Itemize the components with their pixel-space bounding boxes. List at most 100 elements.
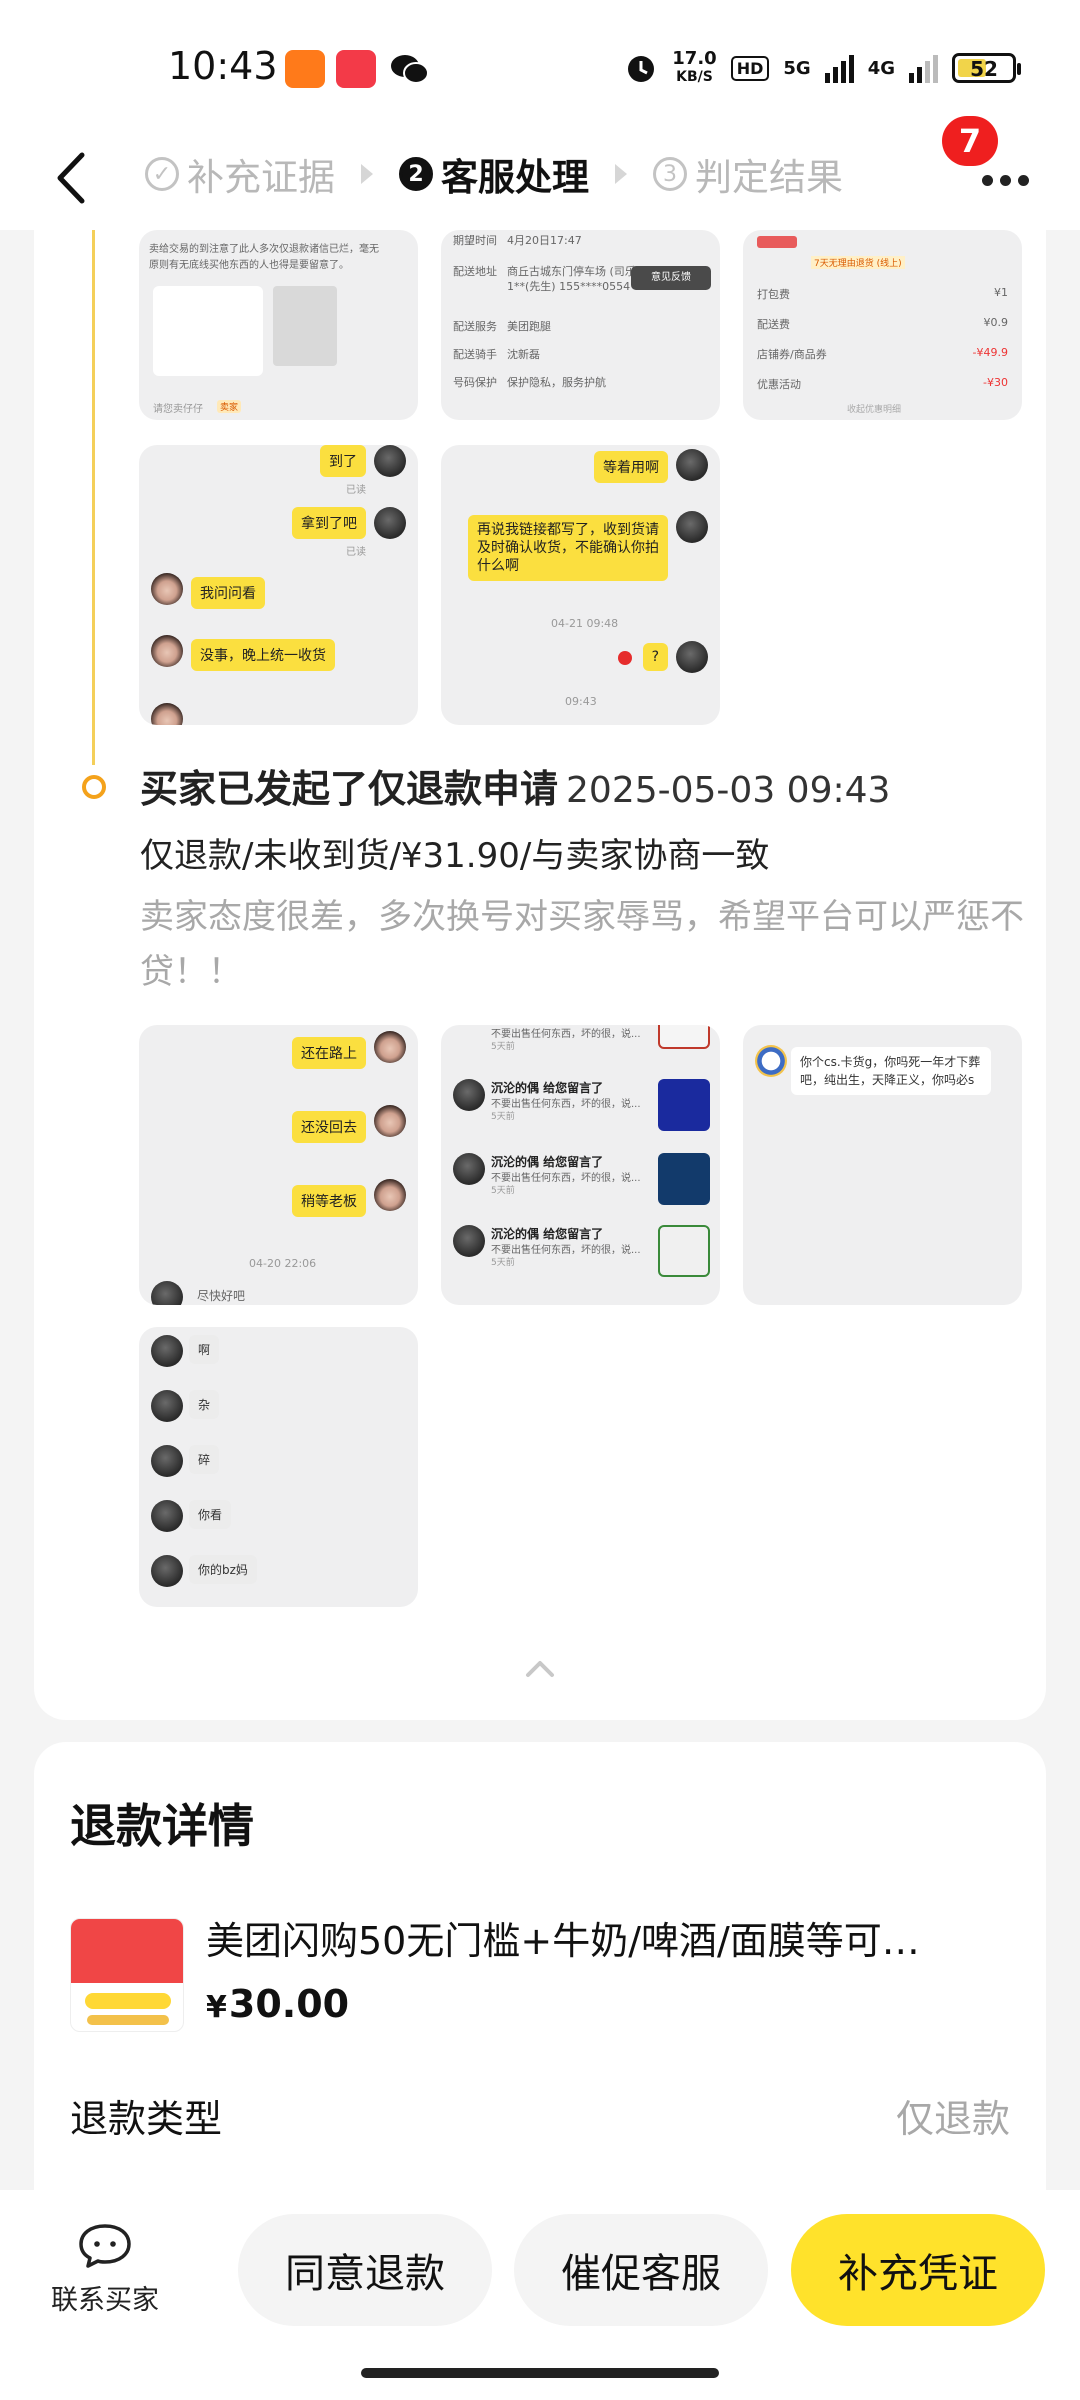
evidence-thumb-1[interactable]: 卖给交易的到注意了此人多次仅退款诸信已烂，毫无 原则有无底线买他东西的人也得是要… [139, 230, 418, 420]
header: ✓ 补充证据 2 客服处理 3 判定结果 7 [0, 116, 1080, 230]
check-circle-icon: ✓ [145, 157, 179, 191]
row-key: 配送服务 [453, 320, 497, 333]
urge-service-button[interactable]: 催促客服 [514, 2214, 768, 2326]
row-key: 店铺券/商品券 [757, 348, 827, 361]
evidence-thumb-3[interactable]: 7天无理由退货 (线上) 打包费 ¥1 配送费 ¥0.9 店铺券/商品券 -¥4… [743, 230, 1022, 420]
product-thumb-image [658, 1025, 710, 1049]
row-value: -¥30 [983, 376, 1008, 389]
step-arrow-icon [615, 164, 627, 184]
avatar [151, 1500, 183, 1532]
chevron-up-icon[interactable] [522, 1655, 558, 1681]
row-key: 号码保护 [453, 376, 497, 389]
product-image-button [85, 1993, 171, 2009]
battery-icon: 52 [952, 53, 1021, 83]
kuaishou-app-icon [285, 50, 325, 88]
alarm-icon [628, 56, 655, 82]
read-label: 已读 [346, 485, 366, 496]
evidence-chat-e[interactable]: 你个cs.卡货g，你吗死一年才下葬吧，纯出生，天降正义，你吗必s [743, 1025, 1022, 1305]
row-value: 保护隐私，服务护航 [507, 376, 606, 389]
event-time: 2025-05-03 09:43 [566, 770, 891, 811]
chat-bubble: 我问问看 [191, 577, 265, 609]
product-image[interactable] [70, 1918, 184, 2032]
chat-bubble: 碎 [189, 1445, 220, 1474]
message-preview: 不要出售任何东西，坏的很，说... [491, 1029, 641, 1040]
more-menu-button[interactable]: 7 [942, 116, 1040, 215]
back-icon[interactable] [40, 143, 110, 213]
message-preview: 不要出售任何东西，坏的很，说... [491, 1099, 641, 1110]
event-title: 买家已发起了仅退款申请 2025-05-03 09:43 [140, 758, 890, 813]
message-time: 5天前 [491, 1042, 515, 1052]
status-time: 10:43 [168, 44, 278, 88]
message-item: 沉沦的偶 给您留言了 不要出售任何东西，坏的很，说... 5天前 [441, 1153, 720, 1205]
screenshot-image [273, 286, 337, 366]
message-sender: 沉沦的偶 给您留言了 [491, 1081, 604, 1095]
chat-bubble: 你的bz妈 [189, 1555, 257, 1584]
product-thumb-image [658, 1153, 710, 1205]
event-subtitle: 仅退款/未收到货/¥31.90/与卖家协商一致 [140, 836, 770, 876]
message-item: 沉沦的偶 给您留言了 不要出售任何东西，坏的很，说... 5天前 [441, 1079, 720, 1131]
avatar [374, 1105, 406, 1137]
evidence-chat-c[interactable]: 还在路上 还没回去 稍等老板 04-20 22:06 尽快好吧 [139, 1025, 418, 1305]
avatar [151, 1390, 183, 1422]
message-item: 不要出售任何东西，坏的很，说... 5天前 [441, 1025, 720, 1071]
wechat-icon [391, 55, 429, 84]
message-sender: 沉沦的偶 给您留言了 [491, 1227, 604, 1241]
avatar [453, 1153, 485, 1185]
hd-badge: HD [730, 55, 770, 81]
row-value: 4月20日17:47 [507, 234, 582, 247]
net-4g-label: 4G [867, 57, 895, 79]
chat-bubble: 拿到了吧 [292, 507, 366, 539]
message-time: 5天前 [491, 1258, 515, 1268]
contact-buyer-button[interactable]: 联系买家 [30, 2220, 180, 2317]
chat-bubble: 你个cs.卡货g，你吗死一年才下葬吧，纯出生，天降正义，你吗必s [791, 1047, 991, 1095]
row-value: 美团跑腿 [507, 320, 551, 333]
row-key: 配送费 [757, 318, 790, 331]
price-value: 30.00 [228, 1982, 350, 2026]
chat-bubble: 还没回去 [292, 1111, 366, 1143]
product-thumb-image [757, 236, 797, 248]
net-5g-label: 5G [783, 57, 811, 79]
evidence-chat-b[interactable]: 等着用啊 再说我链接都写了，收到货请及时确认收货，不能确认你拍什么啊 04-21… [441, 445, 720, 725]
evidence-thumb-2[interactable]: 期望时间 4月20日17:47 配送地址 商丘古城东门停车场 (司乐 1**(先… [441, 230, 720, 420]
avatar [151, 703, 183, 725]
seal-avatar [755, 1045, 787, 1077]
avatar [151, 635, 183, 667]
chat-bubble: 稍等老板 [292, 1185, 366, 1217]
supplement-evidence-button[interactable]: 补充凭证 [791, 2214, 1045, 2326]
product-name[interactable]: 美团闪购50无门槛+牛奶/啤酒/面膜等可… [206, 1910, 986, 1965]
row-value: ¥0.9 [983, 316, 1009, 329]
timeline-dot [82, 775, 106, 799]
chat-bubble: 还在路上 [292, 1037, 366, 1069]
thumb-text: 卖给交易的到注意了此人多次仅退款诸信已烂，毫无 [149, 244, 379, 255]
dot-icon [981, 174, 993, 186]
evidence-chat-a[interactable]: 到了 已读 拿到了吧 已读 我问问看 没事，晚上统一收货 [139, 445, 418, 725]
refund-tag: 7天无理由退货 (线上) [811, 256, 905, 269]
row-value: 商丘古城东门停车场 (司乐 [507, 265, 636, 278]
avatar [151, 1445, 183, 1477]
read-label: 已读 [346, 547, 366, 558]
message-sender: 沉沦的偶 给您留言了 [491, 1155, 604, 1169]
live-app-icon [336, 50, 376, 88]
refund-type-value: 仅退款 [895, 2097, 1010, 2141]
agree-refund-button[interactable]: 同意退款 [238, 2214, 492, 2326]
step-supplement-evidence: ✓ 补充证据 [145, 147, 335, 201]
product-price: ¥30.00 [206, 1982, 349, 2026]
evidence-chat-d[interactable]: 不要出售任何东西，坏的很，说... 5天前 沉沦的偶 给您留言了 不要出售任何东… [441, 1025, 720, 1305]
product-image-row [87, 2015, 169, 2025]
message-time: 5天前 [491, 1186, 515, 1196]
home-indicator[interactable] [361, 2368, 719, 2378]
chat-bubble: 等着用啊 [594, 451, 668, 483]
chat-bubble: 啊 [189, 1335, 220, 1364]
avatar [676, 641, 708, 673]
row-key: 打包费 [757, 288, 790, 301]
chat-bubble: 杂 [189, 1390, 220, 1419]
evidence-chat-f[interactable]: 啊 杂 碎 你看 你的bz妈 [139, 1327, 418, 1607]
chat-bubble-icon [79, 2224, 131, 2268]
message-item: 沉沦的偶 给您留言了 不要出售任何东西，坏的很，说... 5天前 [441, 1225, 720, 1277]
avatar [151, 1555, 183, 1587]
timeline-line [92, 230, 95, 765]
signal-5g-icon [824, 53, 854, 83]
step-number: 2 [399, 157, 433, 191]
chat-bubble: 再说我链接都写了，收到货请及时确认收货，不能确认你拍什么啊 [468, 515, 668, 581]
price-currency: ¥ [206, 1990, 227, 2025]
